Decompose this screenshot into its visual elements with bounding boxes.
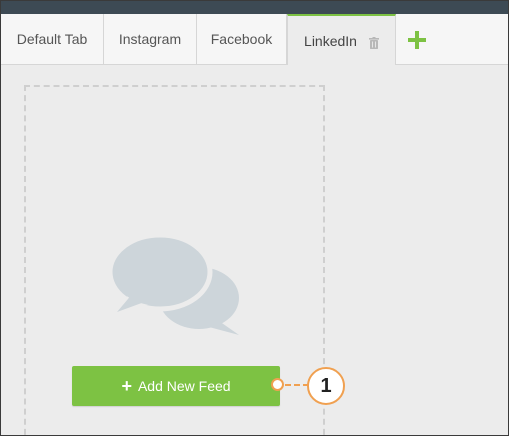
top-bar — [1, 1, 508, 14]
callout-number: 1 — [320, 374, 332, 397]
tab-label: Instagram — [118, 31, 182, 47]
trash-icon[interactable] — [368, 36, 379, 49]
callout-pointer — [271, 378, 284, 391]
plus-icon — [408, 31, 426, 49]
add-new-feed-label: Add New Feed — [137, 378, 231, 394]
callout-line — [285, 384, 309, 386]
tab-default[interactable]: Default Tab — [1, 14, 104, 64]
tab-instagram[interactable]: Instagram — [104, 14, 197, 64]
callout-badge: 1 — [307, 367, 345, 405]
tab-facebook[interactable]: Facebook — [197, 14, 287, 64]
add-new-feed-button[interactable]: + Add New Feed — [72, 366, 280, 406]
add-tab-button[interactable] — [406, 29, 428, 51]
chat-bubbles-icon — [107, 232, 243, 338]
app-frame: Default Tab Instagram Facebook LinkedIn — [0, 0, 509, 436]
tab-bar: Default Tab Instagram Facebook LinkedIn — [1, 14, 508, 65]
plus-icon: + — [121, 376, 132, 396]
tab-label: Facebook — [210, 31, 273, 47]
tab-linkedin[interactable]: LinkedIn — [287, 14, 396, 65]
tab-label: LinkedIn — [304, 32, 357, 49]
tab-label: Default Tab — [16, 31, 88, 47]
